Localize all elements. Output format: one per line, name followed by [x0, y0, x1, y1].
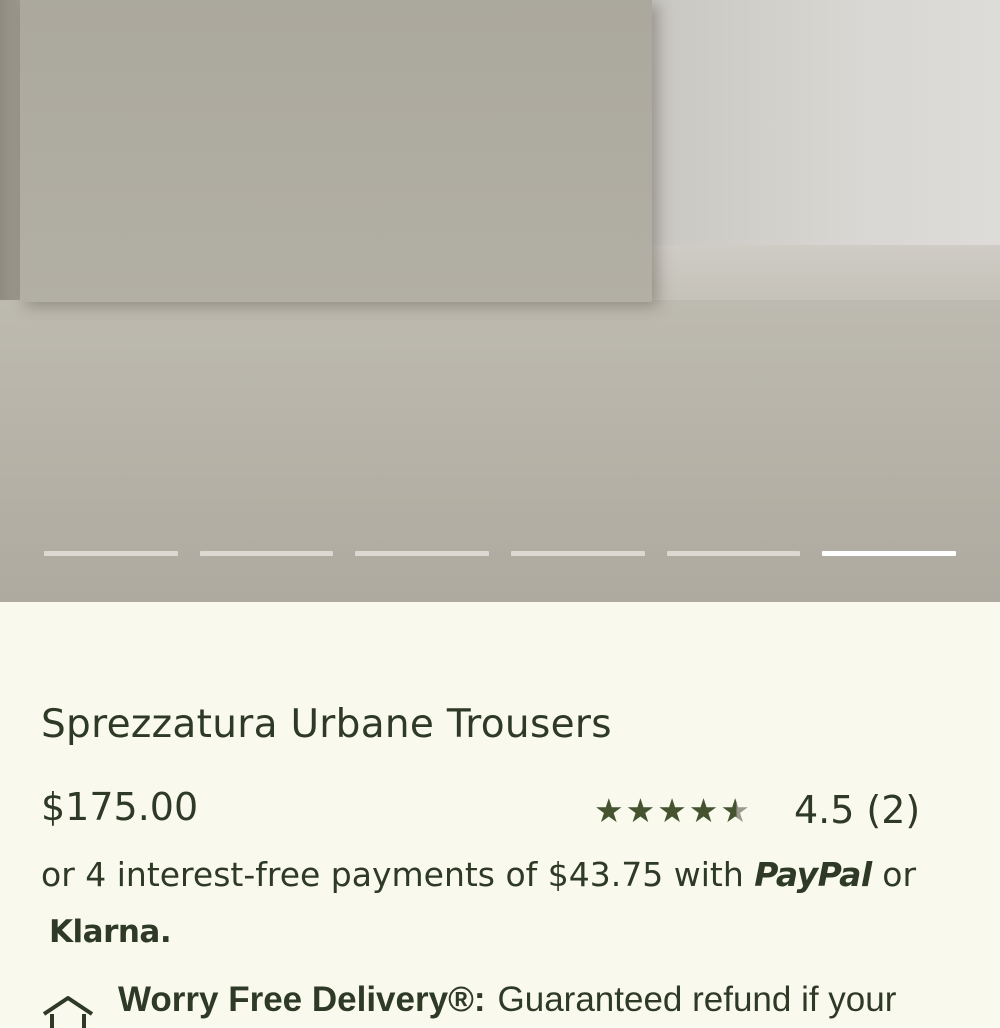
gallery-dot[interactable]	[355, 551, 490, 556]
gallery-dot[interactable]	[199, 551, 334, 556]
installment-message: or 4 interest-free payments of $43.75 wi…	[41, 855, 916, 894]
gallery-dot[interactable]	[511, 551, 645, 556]
product-rating[interactable]: ★ ★ ★ ★ ★ 4.5 (2)	[594, 788, 920, 832]
product-price: $175.00	[41, 785, 199, 829]
star-half-icon: ★	[720, 790, 750, 830]
star-filled-icon: ★	[688, 790, 719, 830]
delivery-title: Worry Free Delivery®:	[118, 980, 486, 1019]
product-image-gallery[interactable]	[0, 0, 1000, 602]
image-left-wall	[0, 0, 22, 300]
paypal-logo[interactable]: PayPal	[754, 855, 872, 894]
klarna-logo[interactable]: Klarna.	[49, 914, 172, 950]
star-filled-icon: ★	[657, 790, 687, 830]
gallery-dot-active[interactable]	[822, 551, 957, 556]
product-title: Sprezzatura Urbane Trousers	[41, 702, 612, 747]
image-backdrop-wall	[650, 0, 1000, 260]
gallery-pagination	[44, 551, 957, 557]
rating-value: 4.5	[793, 788, 855, 832]
product-info: Sprezzatura Urbane Trousers $175.00 ★ ★ …	[0, 602, 1000, 1028]
image-backdrop-board	[20, 0, 652, 302]
delivery-text: Guaranteed refund if your	[497, 980, 897, 1019]
delivery-guarantee: Worry Free Delivery®: Guaranteed refund …	[40, 980, 896, 1028]
house-shield-icon	[42, 996, 94, 1028]
installment-or: or	[882, 855, 917, 894]
image-floor-back	[650, 245, 1000, 305]
installment-text: or 4 interest-free payments of $43.75 wi…	[41, 855, 744, 894]
rating-stars: ★ ★ ★ ★ ★	[594, 794, 750, 827]
gallery-dot[interactable]	[44, 551, 178, 556]
star-filled-icon: ★	[594, 790, 624, 830]
star-filled-icon: ★	[625, 790, 656, 830]
review-count[interactable]: (2)	[866, 788, 920, 832]
gallery-dot[interactable]	[666, 551, 801, 556]
